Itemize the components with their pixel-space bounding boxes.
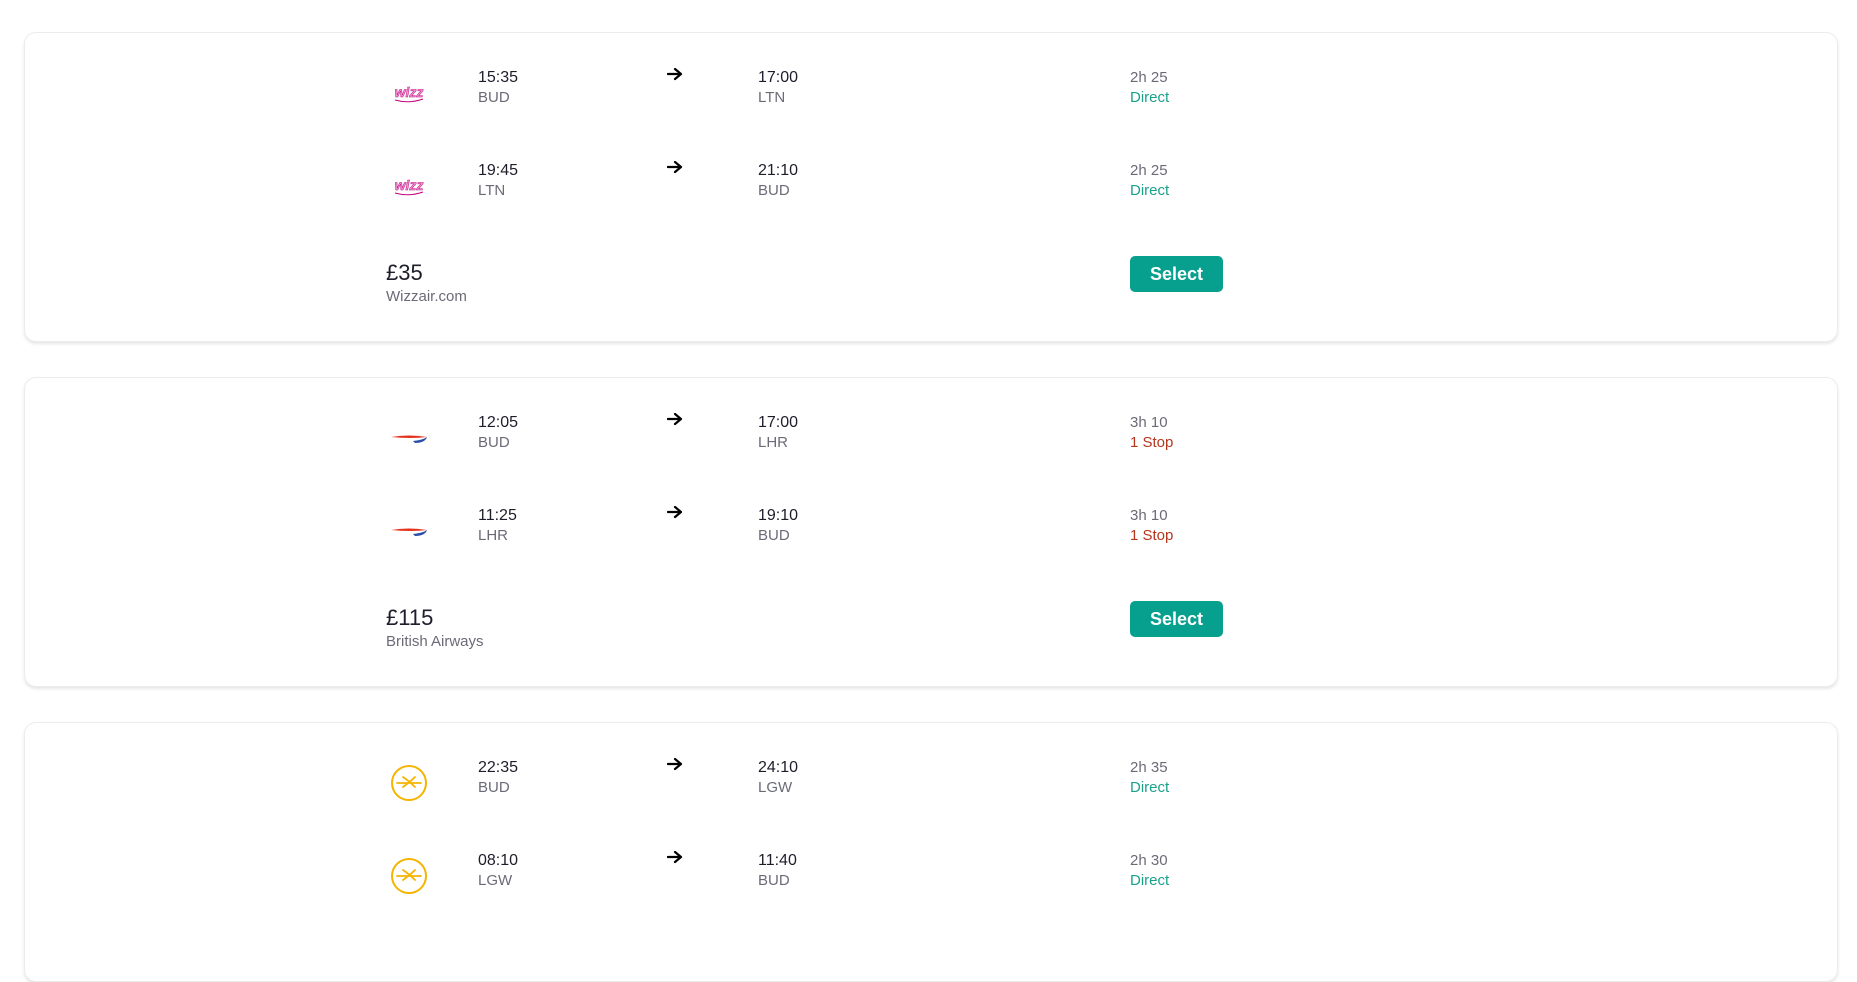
flight-duration: 3h 10 [1130, 507, 1168, 524]
flight-result-card[interactable]: 12:05 BUD 17:00 LHR 3h 10 1 Stop 11:25 L… [24, 377, 1838, 687]
departure-airport: LTN [478, 182, 506, 199]
departure-time: 08:10 [478, 852, 519, 869]
provider-name: British Airways [386, 633, 484, 650]
outbound-leg: wizz 15:35 BUD 17:00 LTN 2h 25 Direct [25, 65, 1837, 125]
departure-airport: LGW [478, 872, 513, 889]
arrival-time: 11:40 [758, 852, 797, 869]
arrival-time: 21:10 [758, 162, 799, 179]
outbound-leg: 22:35 BUD 24:10 LGW 2h 35 Direct [25, 755, 1837, 815]
return-leg: wizz 19:45 LTN 21:10 BUD 2h 25 Direct [25, 158, 1837, 218]
departure-time: 22:35 [478, 759, 519, 776]
arrow-right-icon [667, 160, 683, 174]
departure-time: 19:45 [478, 162, 519, 179]
price: £115 [386, 605, 434, 630]
arrival-airport: BUD [758, 872, 790, 889]
return-leg: 11:25 LHR 19:10 BUD 3h 10 1 Stop [25, 503, 1837, 563]
departure-time: 11:25 [478, 507, 517, 524]
arrival-time: 24:10 [758, 759, 799, 776]
price: £35 [386, 260, 423, 285]
wizz-air-logo: wizz [394, 177, 424, 196]
lufthansa-logo [391, 765, 427, 801]
arrow-right-icon [667, 505, 683, 519]
stops-info: 1 Stop [1130, 527, 1174, 544]
svg-text:wizz: wizz [395, 177, 424, 193]
stops-info: Direct [1130, 89, 1170, 106]
british-airways-logo [391, 435, 427, 443]
departure-airport: BUD [478, 89, 510, 106]
departure-airport: LHR [478, 527, 509, 544]
departure-time: 15:35 [478, 69, 519, 86]
lufthansa-logo [391, 858, 427, 894]
arrival-time: 17:00 [758, 414, 799, 431]
stops-info: Direct [1130, 779, 1170, 796]
departure-time: 12:05 [478, 414, 519, 431]
arrow-right-icon [667, 412, 683, 426]
arrival-time: 17:00 [758, 69, 799, 86]
return-leg: 08:10 LGW 11:40 BUD 2h 30 Direct [25, 848, 1837, 908]
stops-info: 1 Stop [1130, 434, 1174, 451]
svg-text:wizz: wizz [395, 84, 424, 100]
wizz-air-logo: wizz [394, 84, 424, 103]
flight-result-card[interactable]: 22:35 BUD 24:10 LGW 2h 35 Direct 08:10 L… [24, 722, 1838, 982]
arrival-airport: BUD [758, 182, 790, 199]
flight-duration: 2h 25 [1130, 69, 1168, 86]
arrow-right-icon [667, 757, 683, 771]
arrival-airport: LGW [758, 779, 793, 796]
stops-info: Direct [1130, 872, 1170, 889]
flight-duration: 2h 30 [1130, 852, 1168, 869]
provider-name: Wizzair.com [386, 288, 467, 305]
departure-airport: BUD [478, 434, 510, 451]
select-button[interactable]: Select [1130, 256, 1223, 292]
stops-info: Direct [1130, 182, 1170, 199]
outbound-leg: 12:05 BUD 17:00 LHR 3h 10 1 Stop [25, 410, 1837, 470]
british-airways-logo [391, 528, 427, 536]
arrow-right-icon [667, 850, 683, 864]
arrival-time: 19:10 [758, 507, 799, 524]
arrival-airport: LHR [758, 434, 789, 451]
flight-duration: 2h 35 [1130, 759, 1168, 776]
departure-airport: BUD [478, 779, 510, 796]
select-button[interactable]: Select [1130, 601, 1223, 637]
arrival-airport: BUD [758, 527, 790, 544]
flight-duration: 3h 10 [1130, 414, 1168, 431]
flight-result-card[interactable]: wizz 15:35 BUD 17:00 LTN 2h 25 Direct wi… [24, 32, 1838, 342]
arrow-right-icon [667, 67, 683, 81]
flight-duration: 2h 25 [1130, 162, 1168, 179]
arrival-airport: LTN [758, 89, 786, 106]
